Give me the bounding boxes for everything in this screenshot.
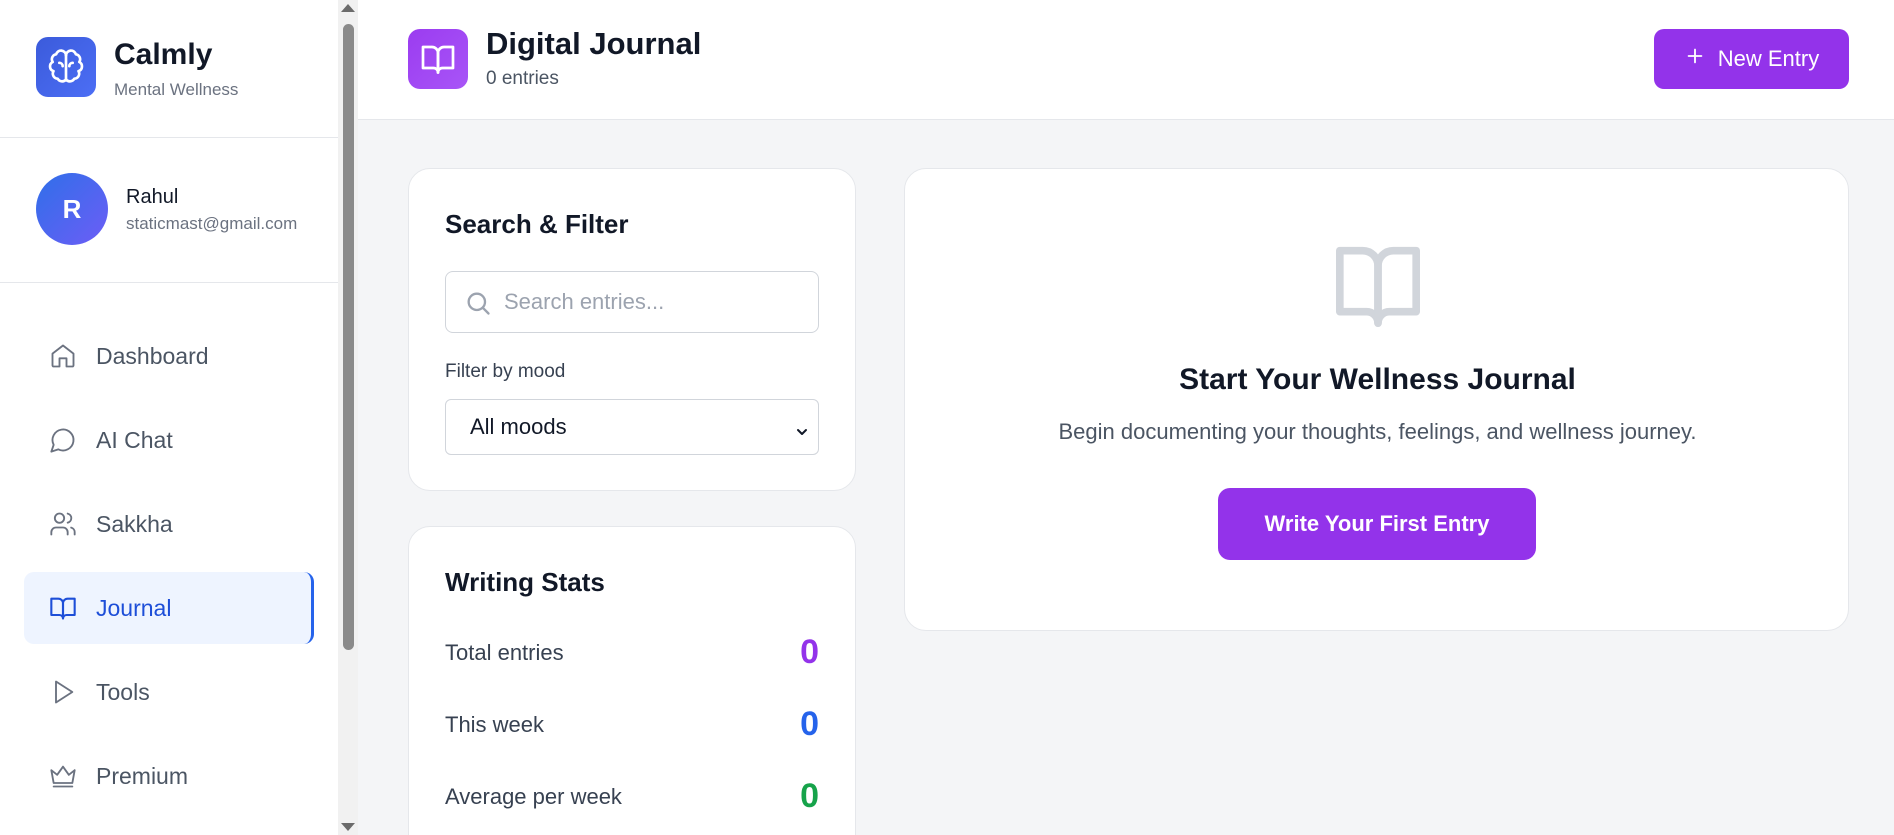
stat-value: 0 bbox=[800, 777, 819, 815]
crown-icon bbox=[48, 761, 78, 791]
book-open-icon bbox=[408, 29, 468, 89]
plus-icon bbox=[1684, 45, 1706, 73]
avatar: R bbox=[36, 173, 108, 245]
sidebar-item-tools[interactable]: Tools bbox=[24, 656, 314, 728]
empty-state-title: Start Your Wellness Journal bbox=[1179, 363, 1576, 396]
entry-count: 0 entries bbox=[486, 68, 559, 89]
sidebar-item-label: Dashboard bbox=[96, 342, 209, 369]
user-email: staticmast@gmail.com bbox=[126, 214, 298, 233]
page-header: Digital Journal 0 entries New Entry bbox=[358, 0, 1894, 120]
stat-label: Average per week bbox=[445, 783, 622, 809]
book-open-icon bbox=[1331, 243, 1425, 332]
search-box[interactable] bbox=[445, 271, 819, 333]
user-profile[interactable]: R Rahul staticmast@gmail.com bbox=[0, 138, 338, 283]
write-first-entry-label: Write Your First Entry bbox=[1264, 511, 1490, 536]
brain-icon bbox=[36, 37, 96, 97]
book-open-icon bbox=[48, 593, 78, 623]
sidebar-item-journal[interactable]: Journal bbox=[24, 572, 314, 644]
sidebar-item-label: AI Chat bbox=[96, 426, 173, 453]
sidebar-scrollbar[interactable] bbox=[338, 0, 358, 835]
brand-subtitle: Mental Wellness bbox=[114, 80, 239, 99]
home-icon bbox=[48, 341, 78, 371]
stat-row-total: Total entries 0 bbox=[445, 633, 819, 672]
sidebar-item-dashboard[interactable]: Dashboard bbox=[24, 320, 314, 392]
stat-row-average: Average per week 0 bbox=[445, 777, 819, 816]
empty-state-card: Start Your Wellness Journal Begin docume… bbox=[904, 168, 1849, 631]
search-filter-title: Search & Filter bbox=[445, 209, 629, 239]
user-name: Rahul bbox=[126, 186, 179, 208]
sidebar-item-label: Premium bbox=[96, 762, 189, 789]
scrollbar-thumb[interactable] bbox=[343, 24, 354, 650]
scroll-down-arrow-icon[interactable] bbox=[341, 823, 355, 831]
mood-select-value: All moods bbox=[470, 414, 567, 439]
sidebar-item-sakkha[interactable]: Sakkha bbox=[24, 488, 314, 560]
stat-label: Total entries bbox=[445, 639, 564, 665]
stat-row-week: This week 0 bbox=[445, 705, 819, 744]
page-title: Digital Journal bbox=[486, 26, 702, 61]
writing-stats-card: Writing Stats Total entries 0 This week … bbox=[408, 526, 856, 835]
search-input[interactable] bbox=[504, 284, 804, 320]
brand-name: Calmly bbox=[114, 38, 213, 71]
mood-select[interactable]: All moods bbox=[445, 399, 819, 455]
brand-header: Calmly Mental Wellness bbox=[0, 0, 338, 138]
sidebar-nav: Dashboard AI Chat Sakkha Journal Tools P… bbox=[24, 320, 314, 824]
users-icon bbox=[48, 509, 78, 539]
chat-bubble-icon bbox=[48, 425, 78, 455]
stat-value: 0 bbox=[800, 633, 819, 671]
sidebar-item-label: Journal bbox=[96, 594, 172, 621]
write-first-entry-button[interactable]: Write Your First Entry bbox=[1218, 488, 1536, 560]
sidebar-item-premium[interactable]: Premium bbox=[24, 740, 314, 812]
chevron-down-icon bbox=[794, 420, 810, 446]
writing-stats-title: Writing Stats bbox=[445, 567, 605, 597]
scroll-up-arrow-icon[interactable] bbox=[341, 4, 355, 12]
new-entry-button[interactable]: New Entry bbox=[1654, 29, 1849, 89]
empty-state-subtitle: Begin documenting your thoughts, feeling… bbox=[1058, 419, 1697, 444]
sidebar-item-ai-chat[interactable]: AI Chat bbox=[24, 404, 314, 476]
new-entry-label: New Entry bbox=[1717, 46, 1820, 71]
search-filter-card: Search & Filter Filter by mood All moods bbox=[408, 168, 856, 491]
filter-mood-label: Filter by mood bbox=[445, 361, 566, 382]
sidebar-item-label: Tools bbox=[96, 678, 150, 705]
sidebar: Calmly Mental Wellness R Rahul staticmas… bbox=[0, 0, 338, 835]
sidebar-item-label: Sakkha bbox=[96, 510, 173, 537]
stat-value: 0 bbox=[800, 705, 819, 743]
play-icon bbox=[48, 677, 78, 707]
stat-label: This week bbox=[445, 711, 545, 737]
search-icon bbox=[464, 289, 492, 322]
